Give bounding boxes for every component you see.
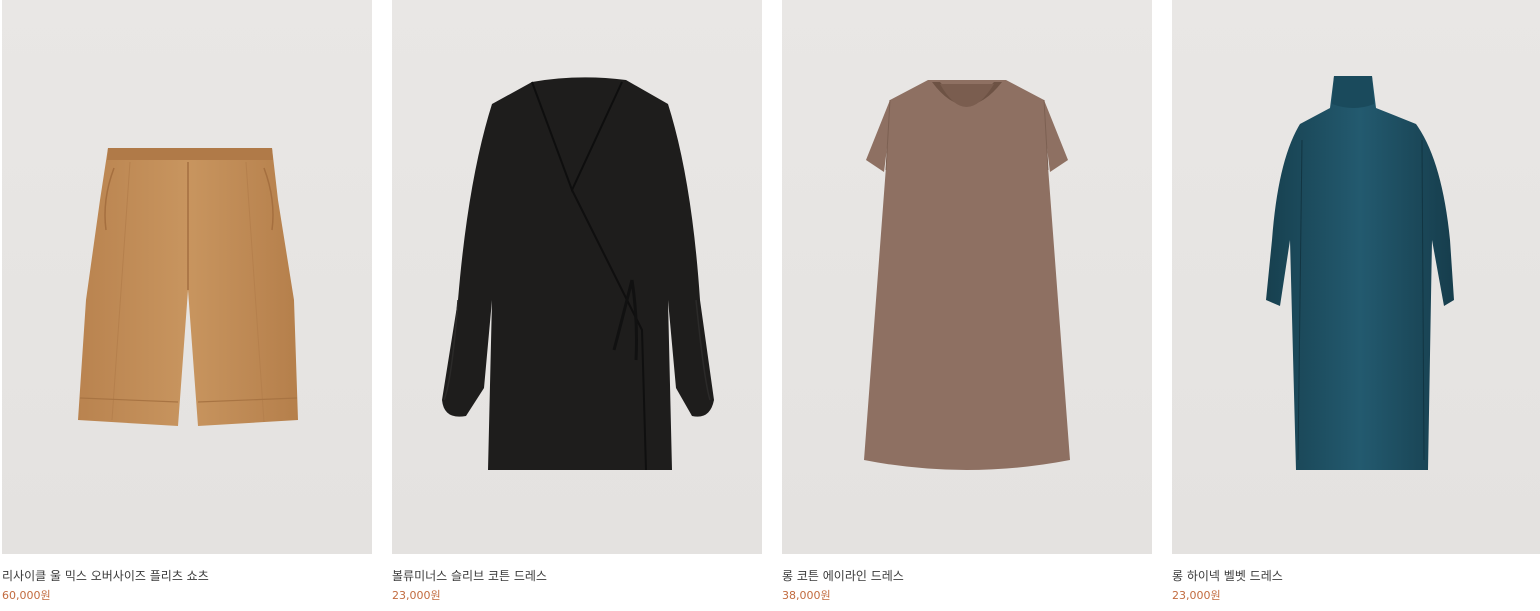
product-price: 60,000원 xyxy=(2,589,51,602)
product-card[interactable]: 볼류미너스 슬리브 코튼 드레스 23,000원 xyxy=(392,0,762,611)
product-card[interactable]: 롱 하이넥 벨벳 드레스 23,000원 xyxy=(1172,0,1540,611)
product-name[interactable]: 롱 하이넥 벨벳 드레스 xyxy=(1172,569,1283,583)
product-image-velvet-dress[interactable] xyxy=(1172,0,1540,554)
aline-dress-illustration xyxy=(864,80,1070,470)
product-image-shorts[interactable] xyxy=(2,0,372,554)
product-price: 38,000원 xyxy=(782,589,831,602)
shorts-illustration xyxy=(78,148,298,426)
product-name[interactable]: 리사이클 울 믹스 오버사이즈 플리츠 쇼츠 xyxy=(2,569,209,583)
product-price: 23,000원 xyxy=(1172,589,1221,602)
product-name[interactable]: 볼류미너스 슬리브 코튼 드레스 xyxy=(392,569,547,583)
product-image-wrap-dress[interactable] xyxy=(392,0,762,554)
product-card[interactable]: 롱 코튼 에이라인 드레스 38,000원 xyxy=(782,0,1152,611)
product-image-aline-dress[interactable] xyxy=(782,0,1152,554)
product-price: 23,000원 xyxy=(392,589,441,602)
product-card[interactable]: 리사이클 울 믹스 오버사이즈 플리츠 쇼츠 60,000원 xyxy=(2,0,372,611)
product-grid: 리사이클 울 믹스 오버사이즈 플리츠 쇼츠 60,000원 볼류미너스 슬리브… xyxy=(0,0,1540,611)
wrap-dress-illustration xyxy=(442,77,714,471)
velvet-dress-illustration xyxy=(1266,76,1454,470)
product-name[interactable]: 롱 코튼 에이라인 드레스 xyxy=(782,569,904,583)
